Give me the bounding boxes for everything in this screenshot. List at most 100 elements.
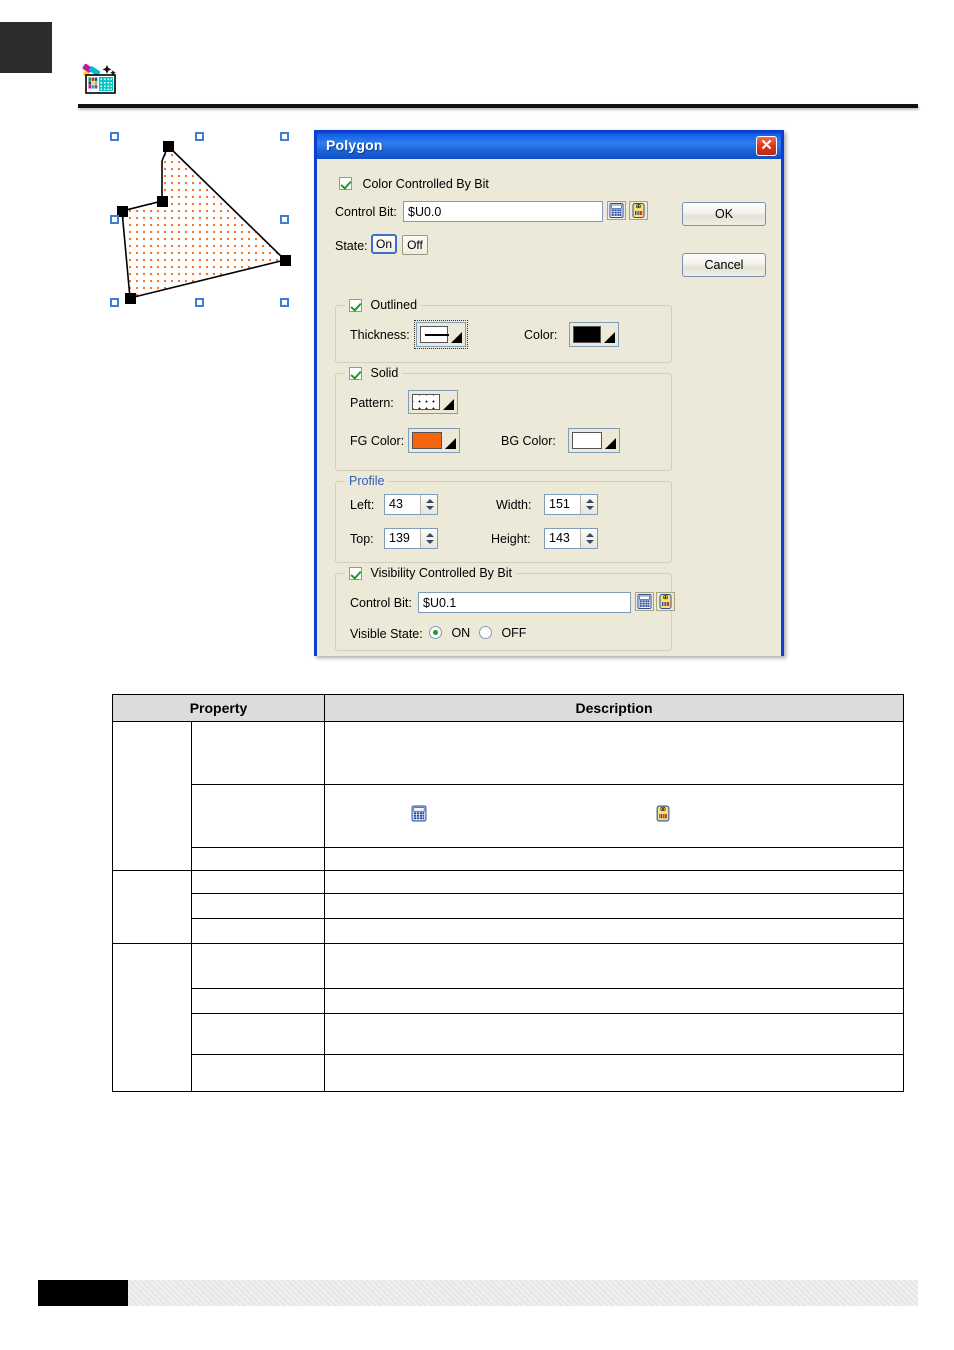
chevron-down-icon — [604, 332, 615, 343]
table-row — [113, 784, 904, 848]
top-stepper-buttons[interactable] — [420, 529, 437, 548]
outlined-label: Outlined — [370, 298, 418, 312]
header-black-tab — [0, 22, 52, 73]
width-stepper-buttons[interactable] — [580, 495, 597, 514]
solid-legend-wrap[interactable]: Solid — [345, 366, 403, 381]
outlined-legend-wrap[interactable]: Outlined — [345, 298, 422, 313]
chevron-down-icon — [445, 438, 456, 449]
state-on-button[interactable]: On — [371, 234, 397, 254]
table-cell-group — [112, 943, 192, 1092]
table-cell-property — [191, 870, 325, 894]
pattern-label: Pattern: — [350, 396, 394, 410]
visible-state-on-radio[interactable]: ON — [429, 624, 470, 642]
color-controlled-by-bit-checkbox[interactable]: Color Controlled By Bit — [339, 175, 489, 193]
thickness-label: Thickness: — [350, 328, 410, 342]
table-row — [112, 943, 904, 1092]
height-stepper-buttons[interactable] — [580, 529, 597, 548]
table-cell-property — [191, 893, 325, 919]
visible-state-label: Visible State: — [350, 627, 423, 641]
visible-state-off-label: OFF — [501, 626, 527, 640]
header-divider-rule — [78, 104, 918, 108]
table-cell-group — [112, 870, 192, 944]
table-cell-description — [324, 988, 904, 1014]
control-bit-input[interactable] — [403, 201, 603, 222]
bg-color-label: BG Color: — [501, 434, 556, 448]
state-label: State: — [335, 239, 368, 253]
fg-color-label: FG Color: — [350, 434, 405, 448]
outline-color-swatch — [573, 326, 601, 343]
outline-color-picker[interactable] — [569, 322, 619, 347]
solid-label: Solid — [370, 366, 399, 380]
dialog-titlebar[interactable]: Polygon ✕ — [317, 133, 781, 159]
pattern-preview — [412, 394, 440, 410]
outlined-checkbox[interactable] — [349, 299, 362, 313]
radio-circle — [479, 626, 492, 640]
fg-color-swatch — [412, 432, 442, 449]
table-cell-description — [324, 943, 904, 989]
polygon-dialog: Polygon ✕ Color Controlled By Bit Contro… — [314, 130, 784, 656]
table-cell-description — [324, 784, 904, 848]
page-header — [0, 22, 954, 108]
drawing-palette-icon — [82, 62, 118, 95]
calculator-icon[interactable] — [607, 201, 626, 220]
table-cell-property — [191, 784, 325, 848]
table-cell-description — [324, 721, 904, 785]
left-stepper[interactable]: 43 — [384, 494, 438, 515]
checkbox-box — [339, 177, 352, 191]
width-stepper[interactable]: 151 — [544, 494, 598, 515]
tag-clipboard-icon[interactable] — [629, 201, 648, 220]
table-header-row: Property Description — [112, 694, 904, 722]
visibility-checkbox[interactable] — [349, 567, 362, 581]
footer-pattern-bar — [128, 1280, 918, 1306]
dialog-title: Polygon — [326, 137, 383, 153]
table-cell-property — [191, 918, 325, 944]
close-icon[interactable]: ✕ — [756, 136, 777, 156]
radio-circle — [429, 626, 442, 640]
height-stepper[interactable]: 143 — [544, 528, 598, 549]
top-label: Top: — [350, 532, 374, 546]
polygon-preview — [100, 125, 300, 317]
table-cell-description — [324, 1013, 904, 1055]
visibility-group: Visibility Controlled By Bit Control Bit… — [335, 566, 675, 651]
table-cell-property — [191, 721, 325, 785]
calculator-icon — [411, 805, 427, 827]
height-label: Height: — [491, 532, 531, 546]
table-row — [113, 893, 904, 919]
visible-state-off-radio[interactable]: OFF — [479, 624, 526, 642]
bg-color-picker[interactable] — [568, 428, 620, 453]
table-row — [113, 988, 904, 1014]
solid-group: Solid Pattern: FG Color: BG Color: — [335, 366, 672, 471]
width-label: Width: — [496, 498, 532, 512]
chevron-down-icon — [451, 332, 462, 343]
profile-legend: Profile — [345, 474, 389, 488]
visible-state-on-label: ON — [451, 626, 471, 640]
profile-group: Profile Left: 43 Width: 151 Top: 139 Hei… — [335, 474, 672, 563]
tag-clipboard-icon[interactable] — [656, 592, 675, 611]
fg-color-picker[interactable] — [408, 428, 460, 453]
dialog-body: Color Controlled By Bit Control Bit: $U0… — [317, 159, 781, 656]
chevron-down-icon — [443, 399, 454, 410]
table-cell-group — [112, 721, 192, 871]
page-footer — [0, 1280, 954, 1306]
solid-checkbox[interactable] — [349, 367, 362, 381]
chevron-down-icon — [605, 438, 616, 449]
table-row — [113, 918, 904, 944]
table-cell-property — [191, 847, 325, 871]
thickness-line — [425, 334, 449, 336]
ok-button[interactable]: OK — [682, 202, 766, 226]
table-row — [113, 847, 904, 871]
visibility-legend-wrap[interactable]: Visibility Controlled By Bit — [345, 566, 516, 581]
thickness-picker[interactable] — [414, 320, 468, 349]
pattern-picker[interactable] — [408, 390, 458, 414]
calculator-icon[interactable] — [635, 592, 654, 611]
state-off-button[interactable]: Off — [402, 235, 428, 255]
left-stepper-buttons[interactable] — [420, 495, 437, 514]
cancel-button[interactable]: Cancel — [682, 253, 766, 277]
table-row — [113, 1013, 904, 1055]
footer-black-block — [38, 1280, 128, 1306]
visibility-control-bit-input[interactable] — [418, 592, 631, 613]
width-value: 151 — [549, 497, 570, 511]
bg-color-swatch — [572, 432, 602, 449]
table-cell-description — [324, 893, 904, 919]
top-stepper[interactable]: 139 — [384, 528, 438, 549]
